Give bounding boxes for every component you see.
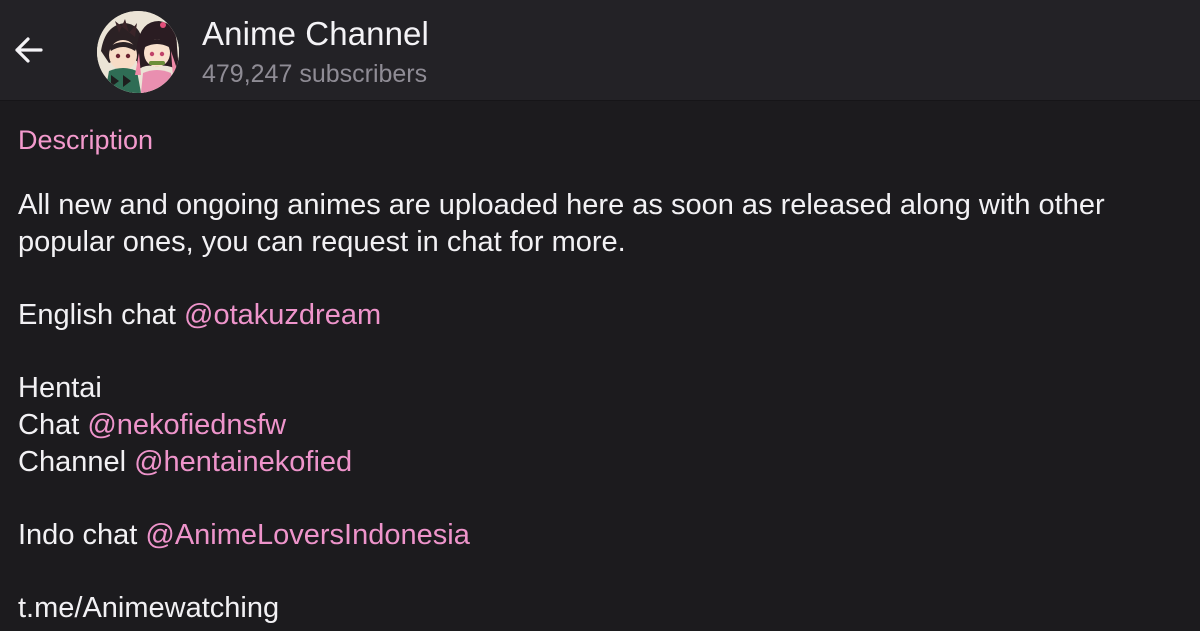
hentai-chat-mention-link[interactable]: @nekofiednsfw bbox=[87, 409, 286, 441]
hentai-channel-line: Channel @hentainekofied bbox=[18, 444, 1188, 481]
intro-line-2: popular ones, you can request in chat fo… bbox=[18, 226, 626, 258]
top-app-bar: Anime Channel 479,247 subscribers bbox=[0, 0, 1200, 101]
intro-line-1: All new and ongoing animes are uploaded … bbox=[18, 189, 1105, 221]
english-chat-text: English chat bbox=[18, 299, 185, 331]
hentai-channel-mention-link[interactable]: @hentainekofied bbox=[134, 446, 352, 478]
channel-description-section: Description All new and ongoing animes a… bbox=[18, 122, 1188, 627]
channel-link[interactable]: t.me/Animewatching bbox=[18, 590, 1188, 627]
hentai-chat-text: Chat bbox=[18, 409, 88, 441]
hentai-heading: Hentai bbox=[18, 372, 102, 404]
indo-chat-mention-link[interactable]: @AnimeLoversIndonesia bbox=[145, 519, 469, 551]
hentai-channel-text: Channel bbox=[18, 446, 135, 478]
back-button[interactable] bbox=[6, 28, 50, 72]
english-chat-line: English chat @otakuzdream bbox=[18, 297, 1188, 334]
channel-avatar-image bbox=[97, 11, 179, 93]
indo-chat-line: Indo chat @AnimeLoversIndonesia bbox=[18, 517, 1188, 554]
description-label: Description bbox=[18, 125, 154, 155]
subscriber-count: 479,247 subscribers bbox=[202, 60, 428, 88]
indo-chat-text: Indo chat bbox=[18, 519, 146, 551]
channel-avatar[interactable] bbox=[97, 11, 179, 93]
description-text: All new and ongoing animes are uploaded … bbox=[18, 187, 1188, 627]
channel-title: Anime Channel bbox=[202, 15, 429, 52]
hentai-chat-line: Chat @nekofiednsfw bbox=[18, 407, 1188, 444]
arrow-left-icon bbox=[15, 37, 43, 63]
english-chat-mention-link[interactable]: @otakuzdream bbox=[184, 299, 381, 331]
channel-info-screen: Anime Channel 479,247 subscribers Descri… bbox=[0, 0, 1200, 631]
